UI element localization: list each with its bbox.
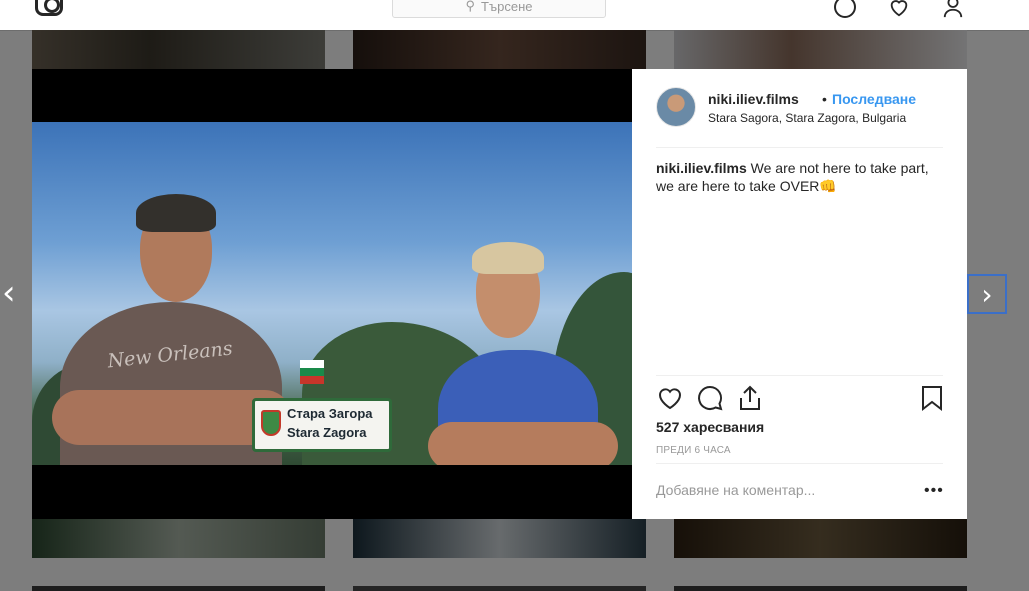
comment-input[interactable]: Добавяне на коментар... (656, 482, 815, 498)
post-side-panel: niki.iliev.films • Последване Stara Sago… (632, 69, 967, 519)
search-placeholder: Търсене (481, 0, 533, 14)
next-post-button[interactable]: › (967, 274, 1007, 314)
bookmark-icon[interactable] (918, 384, 946, 412)
location-link[interactable]: Stara Sagora, Stara Zagora, Bulgaria (708, 111, 906, 125)
post-caption: niki.iliev.films We are not here to take… (656, 159, 943, 195)
top-navigation-bar: ⚲ Търсене (0, 0, 1029, 31)
post-header: niki.iliev.films • Последване Stara Sago… (656, 87, 943, 148)
person-left-hair (136, 194, 216, 232)
comment-icon[interactable] (696, 384, 724, 412)
separator-dot: • (822, 91, 827, 107)
share-icon[interactable] (736, 384, 764, 412)
instagram-logo-icon[interactable] (35, 0, 63, 16)
post-photo: New Orleans Стара Загора Stara Zagora (32, 122, 632, 465)
sign-line-latin: Stara Zagora (287, 425, 367, 440)
person-right-arms (428, 422, 618, 465)
username-link[interactable]: niki.iliev.films (708, 91, 799, 107)
comment-row: Добавяне на коментар... ••• (656, 463, 943, 520)
search-icon: ⚲ (465, 0, 476, 13)
person-right-hair (472, 242, 544, 274)
follow-button[interactable]: Последване (832, 91, 916, 107)
sign-line-cyrillic: Стара Загора (287, 406, 373, 421)
heart-icon[interactable] (888, 0, 910, 18)
compass-icon[interactable] (834, 0, 856, 18)
city-sign: Стара Загора Stara Zagora (252, 398, 392, 452)
search-input[interactable]: ⚲ Търсене (392, 0, 606, 18)
previous-post-button[interactable]: ‹ (2, 276, 16, 310)
crest-icon (261, 410, 281, 436)
bulgarian-flag (300, 360, 324, 384)
chevron-right-icon: › (981, 277, 993, 311)
user-icon[interactable] (942, 0, 964, 18)
caption-username[interactable]: niki.iliev.films (656, 160, 747, 176)
likes-count[interactable]: 527 харесвания (656, 419, 764, 435)
avatar[interactable] (656, 87, 696, 127)
post-media[interactable]: New Orleans Стара Загора Stara Zagora (32, 69, 632, 519)
post-timestamp: ПРЕДИ 6 ЧАСА (656, 445, 731, 456)
more-options-icon[interactable]: ••• (924, 482, 944, 500)
like-heart-icon[interactable] (656, 384, 684, 412)
